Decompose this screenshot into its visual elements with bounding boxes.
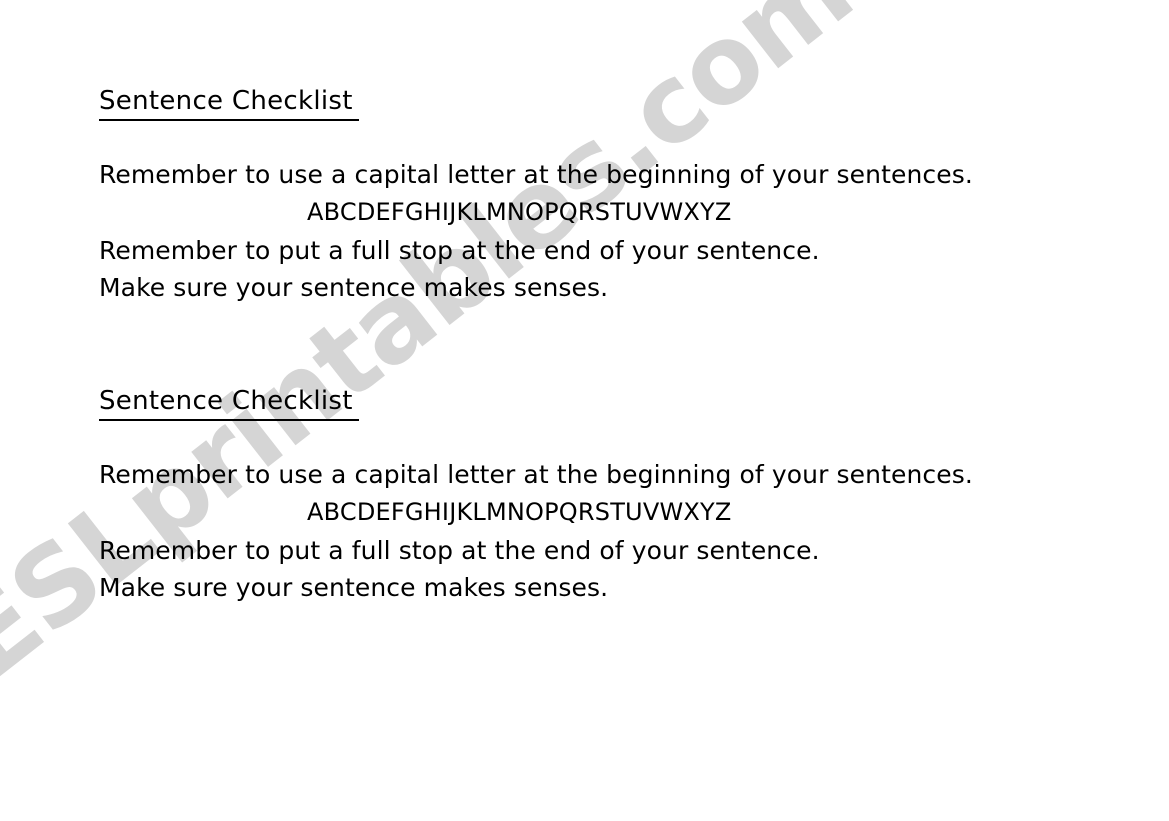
alphabet-row: ABCDEFGHIJKLMNOPQRSTUVWXYZ <box>99 499 732 526</box>
alphabet-uppercase: ABCDEFGHIJKLMNOPQRSTUVWXYZ <box>307 198 732 226</box>
rule-makes-sense: Make sure your sentence makes senses. <box>99 273 609 302</box>
rule-row-makes-sense: Make sure your sentence makes senses. <box>99 574 608 602</box>
rule-full-stop: Remember to put a full stop at the end o… <box>99 236 820 265</box>
page-title: Sentence Checklist <box>99 387 359 422</box>
rule-row-full-stop: Remember to put a full stop at the end o… <box>99 237 820 265</box>
rule-capital-letter: Remember to use a capital letter at the … <box>99 460 973 489</box>
rule-capital-letter: Remember to use a capital letter at the … <box>99 160 973 189</box>
block-title-row: Sentence Checklist <box>99 387 359 422</box>
rule-row-capital-letter: Remember to use a capital letter at the … <box>99 161 973 189</box>
rule-row-capital-letter: Remember to use a capital letter at the … <box>99 461 973 489</box>
alphabet-row: ABCDEFGHIJKLMNOPQRSTUVWXYZ <box>99 199 732 226</box>
rule-full-stop: Remember to put a full stop at the end o… <box>99 536 820 565</box>
page-title: Sentence Checklist <box>99 87 359 122</box>
block-title-row: Sentence Checklist <box>99 87 359 122</box>
rule-row-full-stop: Remember to put a full stop at the end o… <box>99 537 820 565</box>
rule-makes-sense: Make sure your sentence makes senses. <box>99 573 609 602</box>
worksheet-page: ESLprintables.com Sentence Checklist Rem… <box>0 0 1169 821</box>
rule-row-makes-sense: Make sure your sentence makes senses. <box>99 274 608 302</box>
alphabet-uppercase: ABCDEFGHIJKLMNOPQRSTUVWXYZ <box>307 498 732 526</box>
